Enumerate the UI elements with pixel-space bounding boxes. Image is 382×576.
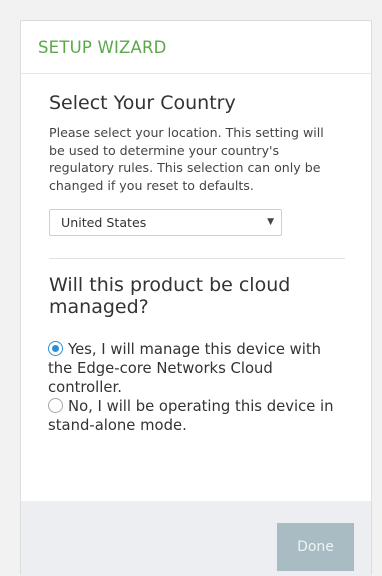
- country-description: Please select your location. This settin…: [49, 125, 324, 193]
- country-section-title: Select Your Country: [49, 92, 236, 114]
- setup-wizard-panel: SETUP WIZARD Select Your Country Please …: [20, 20, 372, 576]
- cloud-option-yes[interactable]: Yes, I will manage this device with the …: [48, 340, 343, 397]
- radio-selected-icon[interactable]: [48, 341, 63, 357]
- done-button[interactable]: Done: [277, 523, 354, 571]
- dropdown-arrow-icon: ▼: [267, 217, 274, 228]
- cloud-option-no-label: No, I will be operating this device in s…: [48, 398, 334, 435]
- wizard-footer: Done: [21, 501, 371, 576]
- section-divider: [49, 258, 345, 260]
- cloud-option-yes-label: Yes, I will manage this device with the …: [48, 341, 322, 397]
- cloud-option-no[interactable]: No, I will be operating this device in s…: [48, 397, 343, 435]
- wizard-content: Select Your Country Please select your l…: [21, 74, 371, 435]
- wizard-header: SETUP WIZARD: [21, 21, 371, 74]
- radio-unselected-icon[interactable]: [48, 398, 63, 414]
- country-select[interactable]: United States ▼: [49, 209, 282, 237]
- cloud-section-title: Will this product be cloud managed?: [49, 274, 291, 319]
- cloud-options: Yes, I will manage this device with the …: [48, 340, 343, 435]
- country-select-value: United States: [61, 215, 147, 231]
- wizard-title: SETUP WIZARD: [38, 38, 167, 57]
